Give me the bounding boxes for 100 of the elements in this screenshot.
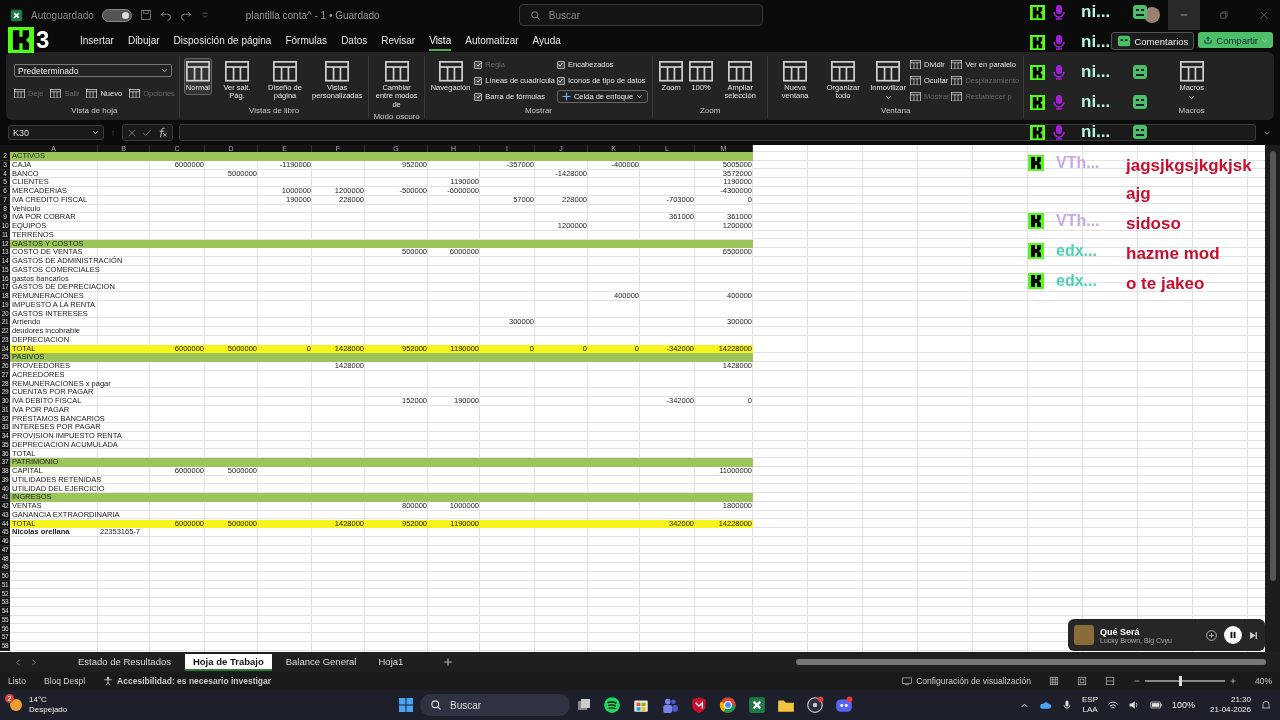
play-pause-button[interactable] bbox=[1224, 626, 1242, 644]
menu-tab[interactable]: Datos bbox=[341, 31, 368, 51]
browser-icon[interactable] bbox=[719, 696, 737, 714]
spreadsheet-app-icon[interactable] bbox=[748, 696, 766, 714]
window-icon bbox=[185, 61, 210, 82]
group-label: Modo oscuro bbox=[373, 112, 420, 124]
window-icon bbox=[325, 61, 350, 82]
check-icon bbox=[557, 61, 565, 68]
logo-icon bbox=[8, 27, 34, 53]
language-indicator[interactable]: ESP bbox=[1082, 695, 1099, 705]
accessibility-icon bbox=[103, 676, 114, 686]
next-icon[interactable] bbox=[29, 657, 38, 667]
window-icon bbox=[273, 61, 297, 82]
language-indicator[interactable]: LAA bbox=[1082, 705, 1098, 715]
zoom-percentage[interactable]: 40% bbox=[1255, 676, 1272, 686]
menu-tab[interactable]: Disposición de página bbox=[173, 31, 272, 51]
redo-icon[interactable] bbox=[179, 9, 192, 21]
battery-percentage: 100% bbox=[1172, 700, 1196, 710]
spreadsheet-app-icon bbox=[10, 8, 23, 22]
zoom-out-icon[interactable] bbox=[1133, 677, 1141, 685]
menu-tab[interactable]: Ayuda bbox=[532, 31, 561, 51]
formula-input[interactable] bbox=[179, 124, 1256, 141]
skip-next-icon[interactable] bbox=[1248, 629, 1259, 641]
page-layout-icon[interactable] bbox=[1077, 676, 1087, 686]
menu-tab[interactable]: Dibujar bbox=[127, 31, 160, 51]
sheet-view-select[interactable]: Predeterminado bbox=[14, 64, 172, 77]
clock-date[interactable]: 21-04-2026 bbox=[1210, 705, 1251, 715]
undo-icon[interactable] bbox=[159, 9, 172, 21]
menu-tab[interactable]: Fórmulas bbox=[285, 31, 328, 51]
check-icon[interactable] bbox=[142, 127, 152, 138]
chat-user-name: edx... bbox=[1056, 271, 1098, 291]
microphone-icon[interactable] bbox=[1061, 699, 1074, 711]
menu-tab[interactable]: Vista bbox=[429, 31, 452, 51]
zoom-thumb[interactable] bbox=[1179, 676, 1183, 686]
share-button[interactable]: Compartir bbox=[1198, 32, 1273, 48]
window-icon bbox=[50, 88, 62, 99]
battery-icon[interactable] bbox=[1149, 699, 1164, 711]
previous-icon[interactable] bbox=[14, 657, 23, 667]
sheet-tab[interactable]: Estado de Resultados bbox=[70, 653, 179, 671]
window-icon bbox=[876, 61, 901, 82]
wifi-icon[interactable] bbox=[1107, 699, 1120, 711]
menu-tab[interactable]: Automatizar bbox=[465, 31, 519, 51]
menu-tab[interactable]: Revisar bbox=[381, 31, 416, 51]
save-icon[interactable] bbox=[139, 9, 152, 21]
page-break-icon[interactable] bbox=[1105, 676, 1115, 686]
check-icon bbox=[557, 77, 565, 84]
add-icon[interactable] bbox=[443, 657, 454, 667]
window-icon bbox=[831, 61, 856, 82]
group-label: Ventana bbox=[881, 106, 911, 117]
caret-icon bbox=[1261, 36, 1268, 44]
check-icon bbox=[474, 77, 482, 84]
horizontal-scrollbar[interactable] bbox=[796, 658, 1266, 666]
window-icon bbox=[951, 75, 963, 86]
start-icon[interactable] bbox=[398, 697, 414, 713]
window-icon bbox=[910, 91, 921, 102]
share-icon bbox=[1203, 35, 1214, 45]
notification-icon[interactable] bbox=[1260, 699, 1272, 711]
album-art-placeholder bbox=[1074, 625, 1094, 645]
music-app-icon[interactable] bbox=[603, 696, 621, 714]
game-app-icon[interactable] bbox=[806, 696, 824, 714]
autosave-label: Autoguardado bbox=[31, 9, 94, 21]
search-field[interactable]: Buscar bbox=[518, 4, 763, 26]
logo-icon bbox=[1028, 213, 1044, 229]
caret-icon bbox=[161, 67, 168, 74]
chat-app-icon[interactable] bbox=[835, 696, 853, 714]
group-label: Zoom bbox=[699, 106, 721, 117]
sheet-tab[interactable]: Balance General bbox=[277, 653, 365, 671]
window-icon bbox=[129, 88, 141, 99]
taskbar-search[interactable]: Buscar bbox=[420, 694, 570, 716]
emote-icon bbox=[1132, 94, 1148, 110]
comments-button[interactable]: Comentarios bbox=[1111, 32, 1195, 50]
shield-icon[interactable] bbox=[690, 696, 708, 714]
document-title: plantilla conta^ - 1 • Guardado bbox=[245, 9, 381, 21]
window-icon bbox=[86, 88, 98, 99]
task-view-icon[interactable] bbox=[576, 697, 592, 713]
function-icon[interactable] bbox=[157, 127, 168, 138]
autosave-toggle[interactable] bbox=[101, 8, 132, 22]
window-icon bbox=[910, 75, 921, 86]
sheet-tab[interactable]: Hoja1 bbox=[370, 653, 412, 671]
vertical-scrollbar[interactable] bbox=[1265, 145, 1280, 652]
logo-icon bbox=[1028, 155, 1044, 171]
window-icon bbox=[225, 61, 249, 82]
zoom-in-icon[interactable] bbox=[1229, 677, 1237, 685]
name-box[interactable]: K30 bbox=[8, 125, 104, 140]
normal-view-icon[interactable] bbox=[1049, 676, 1059, 686]
cancel-icon[interactable] bbox=[127, 127, 137, 138]
display-settings-link[interactable]: Configuración de visualización bbox=[916, 676, 1031, 686]
restore-icon bbox=[1219, 10, 1229, 20]
menu-tab[interactable]: Insertar bbox=[80, 31, 114, 51]
accessibility-status[interactable]: Accesibilidad: es necesario investigar bbox=[117, 676, 272, 686]
window-icon bbox=[1179, 61, 1204, 82]
sheet-tab[interactable]: Hoja de Trabajo bbox=[184, 653, 272, 671]
logo-icon bbox=[1028, 243, 1044, 259]
chat-message: hazme mod bbox=[1126, 243, 1221, 265]
chat-message: o te jakeo bbox=[1126, 273, 1206, 295]
microphone-icon bbox=[1051, 64, 1067, 80]
people-icon[interactable] bbox=[661, 696, 679, 714]
window-icon bbox=[951, 91, 963, 102]
add-circle-icon[interactable] bbox=[1205, 628, 1218, 642]
clock-time[interactable]: 21:30 bbox=[1230, 695, 1251, 705]
